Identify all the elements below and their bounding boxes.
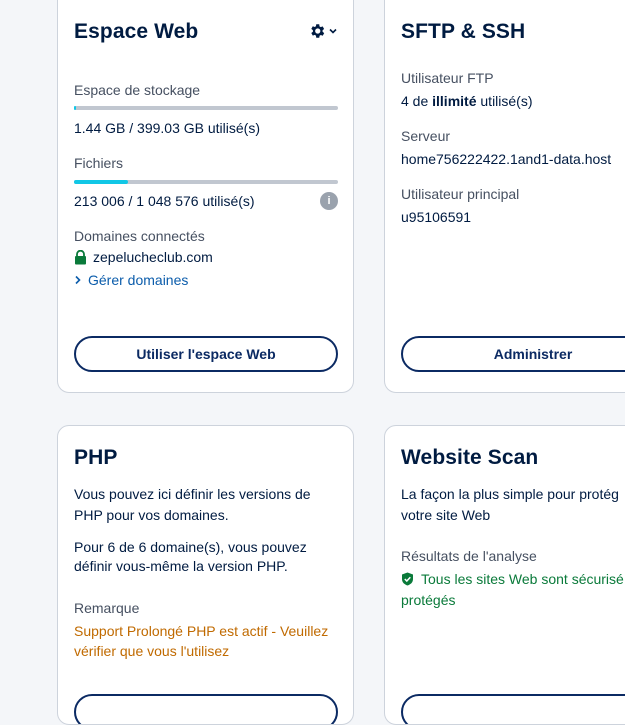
webspace-card: Espace Web Espace de stockage 1.44 GB / … [57,0,354,393]
use-webspace-button[interactable]: Utiliser l'espace Web [74,336,338,372]
settings-menu[interactable] [308,22,338,40]
sftp-card: SFTP & SSH Utilisateur FTP 4 de illimité… [384,0,625,393]
domains-label: Domaines connectés [74,228,205,244]
php-note-label: Remarque [74,600,140,616]
ftp-user-label: Utilisateur FTP [401,70,494,86]
php-action-button[interactable] [74,694,338,724]
files-label: Fichiers [74,155,124,171]
website-scan-card: Website Scan La façon la plus simple pou… [384,425,625,725]
scan-desc-line2: votre site Web [401,507,491,523]
php-count-line1: Pour 6 de 6 domaine(s), vous pouvez [74,539,307,555]
domain-row: zepelucheclub.com [74,249,213,265]
scan-result-line1: Tous les sites Web sont sécurisé [421,571,624,587]
ftp-user-value: 4 de illimité utilisé(s) [401,93,533,109]
scan-results-label: Résultats de l'analyse [401,548,537,564]
info-icon[interactable]: i [320,192,338,210]
storage-progress-fill [74,106,77,110]
storage-label: Espace de stockage [74,82,201,98]
gear-icon[interactable] [308,22,326,40]
php-card: PHP Vous pouvez ici définir les versions… [57,425,354,725]
ftp-user-prefix: 4 de [401,93,433,109]
php-note-line1: Support Prolongé PHP est actif - Veuille… [74,623,329,639]
storage-progress-bar [74,106,338,110]
ftp-user-bold: illimité [432,93,477,109]
chevron-down-icon [329,28,337,34]
php-count-line2: définir vous-même la version PHP. [74,558,288,574]
php-title: PHP [74,446,118,469]
server-value: home756222422.1and1-data.host [401,151,612,167]
files-progress-bar [74,180,338,184]
scan-desc-line1: La façon la plus simple pour protég [401,486,619,502]
storage-value: 1.44 GB / 399.03 GB utilisé(s) [74,120,260,136]
main-user-value: u95106591 [401,209,472,225]
ftp-user-suffix: utilisé(s) [476,93,533,109]
scan-result-row: Tous les sites Web sont sécurisé [401,571,624,587]
webspace-title: Espace Web [74,20,199,43]
files-value: 213 006 / 1 048 576 utilisé(s) [74,193,255,209]
domain-name: zepelucheclub.com [93,249,213,265]
administer-button[interactable]: Administrer [401,336,625,372]
chevron-right-icon [75,275,81,285]
scan-action-button[interactable] [401,694,625,724]
server-label: Serveur [401,128,451,144]
php-desc-line2: PHP pour vos domaines. [74,507,229,523]
lock-icon [75,249,86,264]
scan-result-line2: protégés [401,592,456,608]
files-progress-fill [74,180,128,184]
manage-domains-label[interactable]: Gérer domaines [88,272,188,288]
manage-domains-link[interactable]: Gérer domaines [74,272,188,288]
php-desc-line1: Vous pouvez ici définir les versions de [74,486,311,502]
shield-check-icon [402,572,413,586]
php-note-line2: vérifier que vous l'utilisez [74,643,230,659]
sftp-title: SFTP & SSH [401,20,526,43]
main-user-label: Utilisateur principal [401,186,520,202]
scan-title: Website Scan [401,446,539,469]
